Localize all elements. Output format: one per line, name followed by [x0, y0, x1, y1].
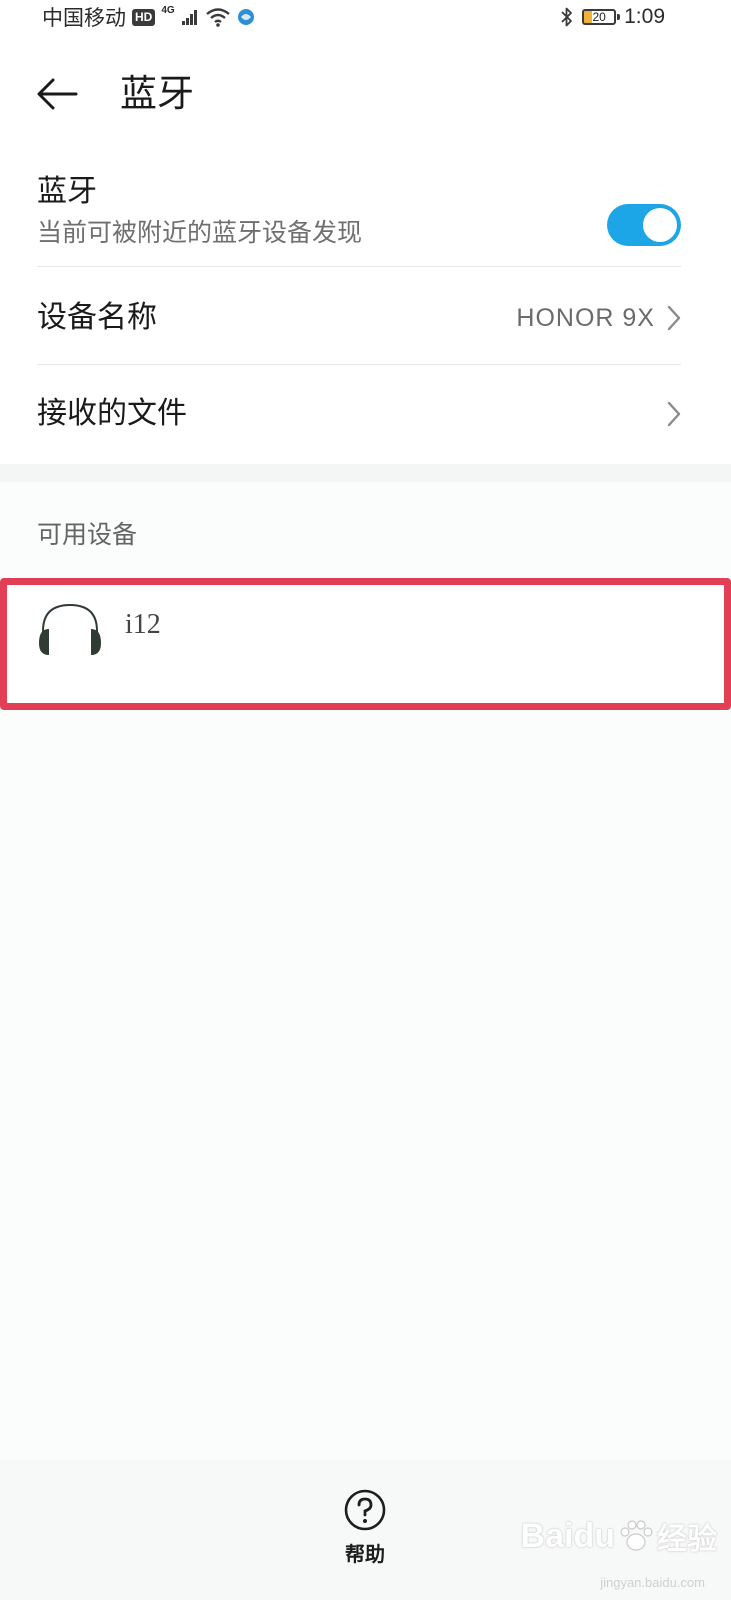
bottom-bar: 帮助 Baidu 经验 jingyan.baidu.com — [0, 1460, 731, 1600]
status-time: 1:09 — [624, 5, 665, 28]
paw-icon — [620, 1520, 653, 1551]
available-devices-label: 可用设备 — [37, 520, 138, 549]
bluetooth-toggle-row[interactable]: 蓝牙 当前可被附近的蓝牙设备发现 — [37, 172, 681, 268]
bluetooth-switch[interactable] — [607, 204, 681, 246]
divider — [37, 266, 681, 267]
status-left: 中国移动 HD 4G — [42, 0, 255, 34]
device-name: i12 — [125, 609, 161, 640]
signal-icon — [181, 10, 197, 25]
page-title: 蓝牙 — [120, 72, 194, 115]
chevron-right-icon — [667, 401, 681, 427]
battery-level: 20 — [592, 10, 606, 24]
divider — [37, 364, 681, 365]
received-files-row[interactable]: 接收的文件 — [37, 394, 681, 434]
status-bar: 中国移动 HD 4G 20 1:09 — [0, 0, 731, 34]
headphones-icon — [39, 603, 101, 655]
chevron-right-icon — [667, 305, 681, 331]
back-button[interactable] — [30, 72, 84, 116]
device-name-row[interactable]: 设备名称 HONOR 9X — [37, 298, 681, 338]
bluetooth-label: 蓝牙 — [37, 174, 97, 209]
watermark-brand: Baidu — [520, 1516, 615, 1555]
battery-icon: 20 — [582, 9, 621, 25]
title-bar: 蓝牙 — [0, 34, 731, 154]
received-files-chevron-wrap — [667, 394, 681, 434]
carrier-name: 中国移动 — [42, 6, 126, 30]
section-gap — [0, 464, 731, 482]
device-name-value-wrap: HONOR 9X — [516, 298, 681, 338]
received-files-label: 接收的文件 — [37, 396, 187, 431]
wifi-icon — [205, 8, 230, 27]
watermark-suffix: 经验 — [657, 1522, 717, 1557]
bluetooth-status-icon — [561, 7, 573, 27]
network-type: 4G — [161, 4, 175, 16]
watermark-url: jingyan.baidu.com — [600, 1575, 705, 1590]
status-right: 20 1:09 — [560, 0, 665, 34]
browser-icon — [237, 9, 254, 25]
switch-knob — [643, 208, 677, 242]
device-name-value: HONOR 9X — [516, 303, 655, 332]
baidu-watermark: Baidu 经验 — [521, 1510, 717, 1562]
help-circle-icon — [344, 1489, 386, 1531]
arrow-left-icon — [37, 78, 78, 110]
help-button[interactable]: 帮助 — [325, 1488, 405, 1580]
device-item-i12[interactable]: i12 — [0, 578, 731, 710]
help-label: 帮助 — [345, 1542, 385, 1566]
settings-card: 蓝牙 当前可被附近的蓝牙设备发现 设备名称 HONOR 9X 接收的文件 — [0, 154, 731, 464]
hd-badge: HD — [132, 8, 156, 26]
bluetooth-subtitle: 当前可被附近的蓝牙设备发现 — [37, 218, 363, 247]
